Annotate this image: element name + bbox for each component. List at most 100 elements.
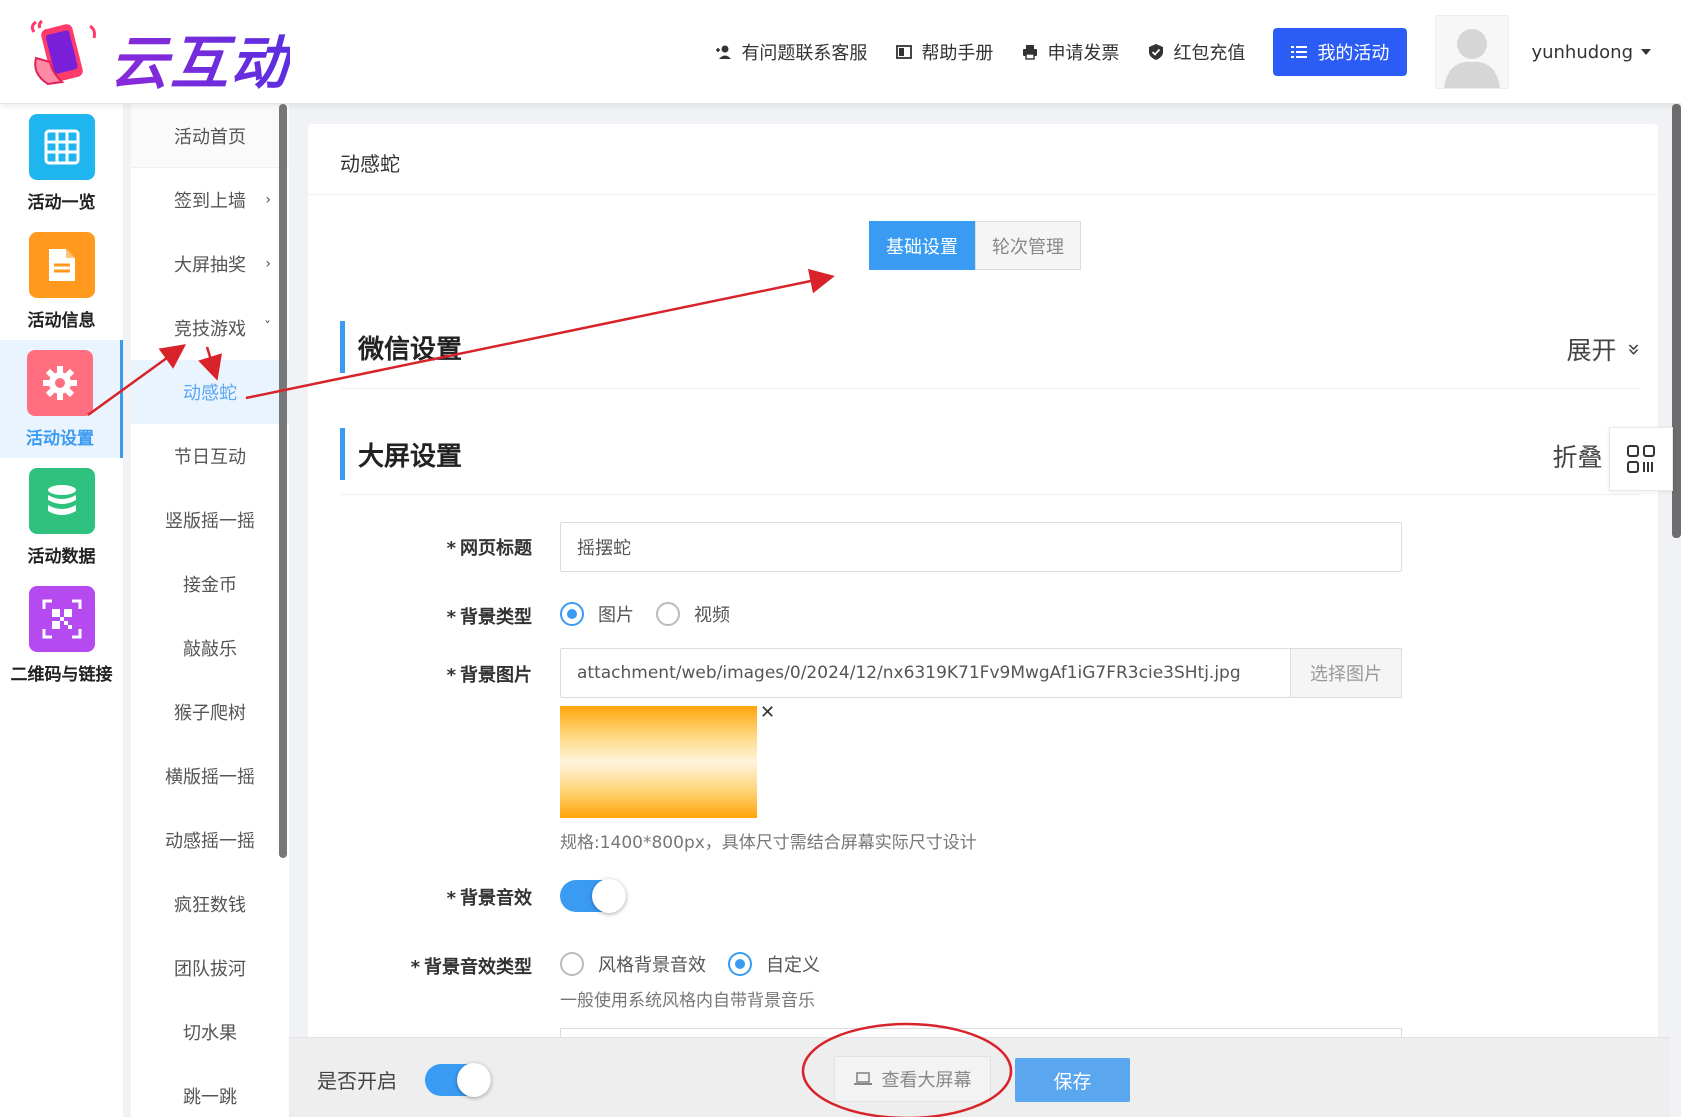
invoice-link[interactable]: 申请发票 — [1021, 39, 1119, 65]
submenu-item-fruit-ninja[interactable]: 切水果 — [131, 1000, 289, 1064]
submenu-label: 大屏抽奖 — [174, 255, 246, 276]
submenu-label: 切水果 — [183, 1023, 237, 1044]
book-icon — [896, 45, 913, 59]
manual-label: 帮助手册 — [921, 43, 994, 64]
bg-sound-toggle[interactable] — [560, 879, 626, 913]
section-title: 大屏设置 — [358, 442, 463, 472]
brand-logo[interactable]: 云互动 — [28, 14, 298, 97]
invoice-label: 申请发票 — [1047, 43, 1120, 64]
submenu-item-tug-of-war[interactable]: 团队拔河 — [131, 936, 289, 1000]
bg-sound-label: * 背景音效 — [446, 888, 532, 909]
submenu-label: 敲敲乐 — [183, 639, 237, 660]
radio-image[interactable] — [560, 602, 584, 626]
my-activity-label: 我的活动 — [1317, 43, 1390, 64]
chevron-right-icon: › — [265, 256, 271, 272]
submenu-item-tap-tap[interactable]: 敲敲乐 — [131, 616, 289, 680]
submenu-label: 节日互动 — [174, 447, 246, 468]
radio-label: 视频 — [694, 605, 730, 626]
main-panel: 动感蛇 基础设置 轮次管理 微信设置 展开 » 大屏设置 折叠 « *网页标题 … — [308, 124, 1658, 1084]
top-header: 云互动 有问题联系客服 帮助手册 申请发票 红包充值 我的活动 yunhudon… — [0, 0, 1681, 104]
view-big-screen-button[interactable]: 查看大屏幕 — [834, 1056, 991, 1102]
submenu-item-monkey-climb[interactable]: 猴子爬树 — [131, 680, 289, 744]
submenu-item-count-money[interactable]: 疯狂数钱 — [131, 872, 289, 936]
sidebar-item-qrcode-links[interactable]: 二维码与链接 — [0, 576, 123, 694]
submenu-item-dynamic-shake[interactable]: 动感摇一摇 — [131, 808, 289, 872]
chevron-down-icon: ˇ — [264, 320, 271, 336]
document-icon — [28, 232, 95, 298]
submenu-item-jump[interactable]: 跳一跳 — [131, 1064, 289, 1117]
section-title: 微信设置 — [358, 335, 463, 365]
phone-logo-icon — [30, 19, 96, 86]
laptop-icon — [853, 1072, 872, 1085]
submenu-scrollbar[interactable] — [279, 104, 287, 858]
qrcode-icon — [28, 586, 95, 652]
submenu-item-holiday[interactable]: 节日互动 — [131, 424, 289, 488]
divider — [340, 494, 1640, 495]
radio-custom-sound[interactable] — [728, 952, 752, 976]
sidebar-item-activity-list[interactable]: 活动一览 — [0, 104, 123, 222]
submenu-item-vertical-shake[interactable]: 竖版摇一摇 — [131, 488, 289, 552]
grid-icon — [28, 114, 95, 180]
divider — [308, 194, 1658, 195]
submenu-label: 签到上墙 — [174, 191, 246, 212]
bg-sound-type-label: * 背景音效类型 — [410, 957, 532, 978]
settings-tabs: 基础设置 轮次管理 — [869, 221, 1081, 270]
submenu-item-snake[interactable]: 动感蛇 — [131, 360, 289, 424]
recharge-link[interactable]: 红包充值 — [1147, 39, 1245, 65]
sidebar-item-activity-info[interactable]: 活动信息 — [0, 222, 123, 340]
support-link[interactable]: 有问题联系客服 — [715, 39, 867, 65]
default-avatar-icon — [1444, 29, 1501, 88]
radio-style-sound[interactable] — [560, 952, 584, 976]
submenu-item-checkin[interactable]: 签到上墙 › — [131, 168, 289, 232]
submenu-item-lottery[interactable]: 大屏抽奖 › — [131, 232, 289, 296]
bg-image-path-input[interactable]: attachment/web/images/0/2024/12/nx6319K7… — [560, 648, 1292, 698]
submenu-label: 竖版摇一摇 — [165, 511, 255, 532]
submenu-label: 跳一跳 — [183, 1087, 237, 1108]
submenu-label: 接金币 — [183, 575, 237, 596]
floating-qrcode-button[interactable] — [1609, 427, 1673, 491]
bottom-action-bar: 是否开启 查看大屏幕 保存 — [289, 1037, 1670, 1117]
sidebar-item-activity-settings[interactable]: 活动设置 — [0, 340, 123, 458]
bg-type-label: * 背景类型 — [446, 607, 532, 628]
radio-label: 风格背景音效 — [598, 955, 706, 976]
printer-icon — [1023, 45, 1038, 60]
close-icon[interactable]: ✕ — [760, 702, 775, 723]
list-icon — [1291, 46, 1308, 58]
submenu-label: 动感蛇 — [183, 383, 237, 404]
submenu-label: 动感摇一摇 — [165, 831, 255, 852]
bg-image-preview — [560, 706, 757, 818]
user-menu[interactable]: yunhudong — [1531, 42, 1651, 63]
double-chevron-down-icon: » — [1620, 342, 1646, 356]
enable-toggle[interactable] — [425, 1063, 491, 1097]
my-activity-button[interactable]: 我的活动 — [1273, 28, 1408, 76]
manual-link[interactable]: 帮助手册 — [895, 39, 993, 65]
submenu-item-horizontal-shake[interactable]: 横版摇一摇 — [131, 744, 289, 808]
expand-toggle[interactable]: 展开 » — [1567, 331, 1646, 367]
bg-image-label: * 背景图片 — [446, 665, 532, 686]
submenu-label: 横版摇一摇 — [165, 767, 255, 788]
toggle-knob — [457, 1063, 491, 1097]
database-icon — [28, 468, 95, 534]
save-button[interactable]: 保存 — [1015, 1058, 1130, 1102]
section-screen: 大屏设置 折叠 « — [340, 428, 1640, 480]
sidebar-item-label: 活动一览 — [27, 193, 96, 213]
toggle-label: 折叠 — [1552, 443, 1603, 472]
sidebar-item-activity-data[interactable]: 活动数据 — [0, 458, 123, 576]
page-scrollbar[interactable] — [1672, 104, 1681, 538]
submenu-label: 猴子爬树 — [174, 703, 246, 724]
choose-image-button[interactable]: 选择图片 — [1290, 648, 1402, 698]
secondary-sidebar: 活动首页 签到上墙 › 大屏抽奖 › 竞技游戏 ˇ 动感蛇 节日互动 竖版摇一摇 接金… — [131, 104, 289, 1117]
enable-label: 是否开启 — [317, 1069, 397, 1093]
bg-type-radios: 图片 视频 — [560, 601, 752, 627]
username: yunhudong — [1531, 41, 1633, 63]
radio-video[interactable] — [656, 602, 680, 626]
tab-round-management[interactable]: 轮次管理 — [975, 221, 1081, 270]
submenu-item-games[interactable]: 竞技游戏 ˇ — [131, 296, 289, 360]
tab-basic-settings[interactable]: 基础设置 — [869, 221, 975, 270]
submenu-label: 活动首页 — [174, 126, 246, 148]
bg-sound-type-radios: 风格背景音效 自定义 — [560, 951, 842, 977]
submenu-item-home[interactable]: 活动首页 — [131, 104, 289, 168]
avatar[interactable] — [1435, 15, 1510, 89]
submenu-item-catch-coins[interactable]: 接金币 — [131, 552, 289, 616]
page-title-input[interactable]: 摇摆蛇 — [560, 522, 1402, 572]
